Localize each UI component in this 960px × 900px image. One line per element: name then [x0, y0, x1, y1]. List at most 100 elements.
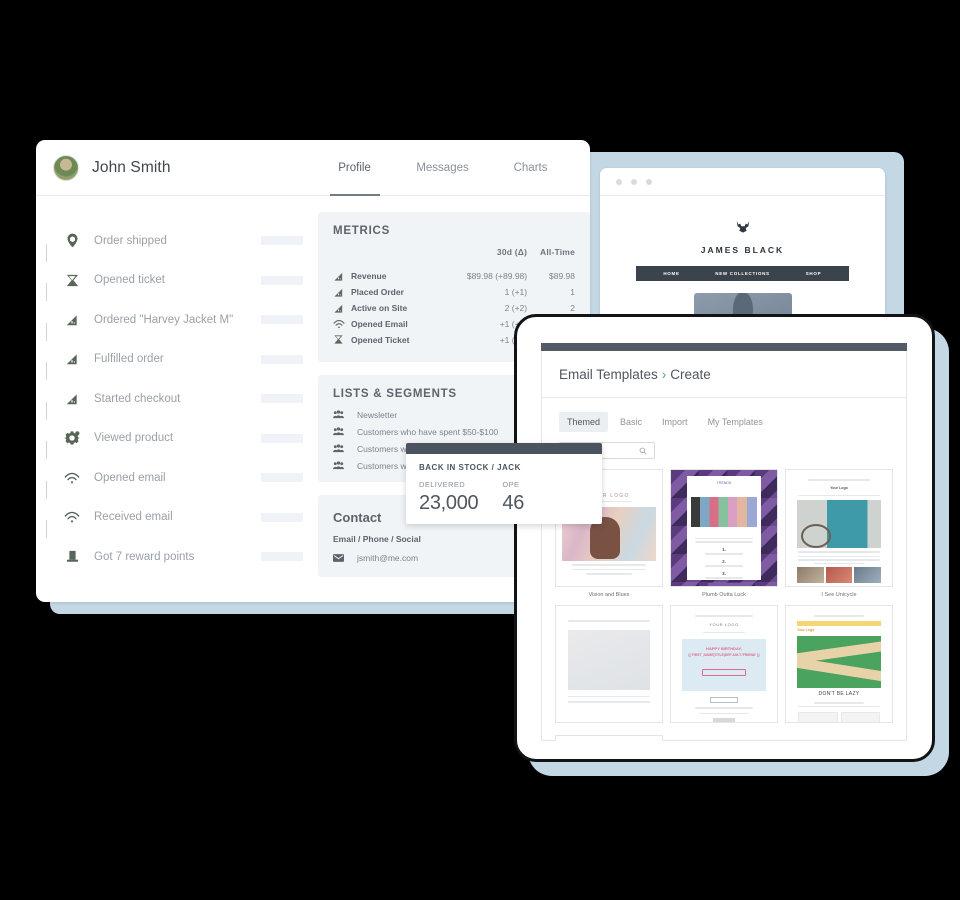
template-thumbnail: Your Logo	[785, 469, 893, 587]
metric-name: Opened Ticket	[351, 334, 410, 345]
store-brand: JAMES BLACK	[700, 245, 785, 255]
timeline-item-label: Received email	[94, 511, 173, 524]
timeline-placeholder-bar	[261, 275, 303, 285]
timeline-item[interactable]: Opened ticket	[61, 261, 318, 301]
stat-delivered: DELIVERED 23,000	[419, 480, 479, 515]
template-card[interactable]: Your Logo DON'T BE LAZY	[785, 605, 893, 728]
package-icon	[61, 230, 83, 252]
screenshot-stage: John Smith Profile Messages Charts Order…	[0, 0, 960, 900]
tab-messages[interactable]: Messages	[399, 140, 487, 195]
breadcrumb: Email Templates › Create	[542, 351, 906, 398]
tablet-device: Email Templates › Create Themed Basic Impo…	[514, 314, 935, 762]
store-nav-new-collections[interactable]: NEW COLLECTIONS	[707, 271, 778, 276]
people-icon	[333, 410, 349, 419]
tab-charts[interactable]: Charts	[487, 140, 575, 195]
signal-icon	[333, 317, 351, 332]
email-templates-app: Email Templates › Create Themed Basic Impo…	[541, 343, 907, 741]
breadcrumb-root[interactable]: Email Templates	[559, 367, 658, 382]
timeline-placeholder-bar	[261, 315, 303, 325]
chart-icon	[61, 309, 83, 331]
tab-profile[interactable]: Profile	[311, 140, 399, 196]
timeline-item[interactable]: Fulfilled order	[61, 340, 318, 380]
template-tabs: Themed Basic Import My Templates	[542, 398, 906, 432]
timeline-item-label: Started checkout	[94, 392, 181, 405]
timeline-item[interactable]: Order shipped	[61, 221, 318, 261]
window-maximize-dot[interactable]	[646, 178, 652, 185]
metric-30d: $89.98 (+89.98)	[466, 271, 528, 282]
template-headline-1: HAPPY BIRTHDAY,	[706, 646, 742, 651]
template-logo-text: Your Logo	[830, 485, 848, 490]
user-avatar	[53, 154, 79, 181]
envelope-icon	[333, 554, 348, 562]
tab-import[interactable]: Import	[654, 412, 696, 432]
template-name	[785, 723, 893, 728]
template-thumbnail	[555, 605, 663, 723]
store-nav-shop[interactable]: SHOP	[778, 271, 849, 276]
table-header-row: 30d (Δ) All-Time	[333, 247, 575, 268]
gear-icon	[61, 427, 83, 449]
timeline-item[interactable]: Started checkout	[61, 379, 318, 419]
tab-themed[interactable]: Themed	[559, 412, 609, 432]
table-row: Placed Order 1 (+1) 1	[333, 284, 575, 300]
app-top-bar	[541, 343, 907, 351]
template-card[interactable]: Your Logo Welcome	[555, 735, 663, 741]
breadcrumb-current: Create	[670, 367, 711, 382]
timeline-item[interactable]: Viewed product	[61, 419, 318, 459]
deer-logo-icon	[600, 220, 885, 241]
timeline-placeholder-bar	[261, 394, 303, 404]
window-minimize-dot[interactable]	[631, 178, 637, 185]
ticket-icon	[61, 269, 83, 291]
template-name: Vision and Blues	[588, 592, 630, 598]
template-body: TRENDS 1. 2. 3.	[687, 476, 761, 586]
template-product-strip	[691, 497, 757, 528]
people-icon	[333, 461, 349, 470]
template-name	[670, 723, 778, 728]
profile-header: John Smith Profile Messages Charts	[36, 140, 590, 196]
template-card[interactable]: Your Logo I See Unicycle	[785, 469, 893, 598]
table-row: Revenue $89.98 (+89.98) $89.98	[333, 268, 575, 284]
stat-opened: OPE 46	[502, 480, 524, 515]
timeline-item-label: Got 7 reward points	[94, 550, 195, 563]
template-thumbnail: Your Logo DON'T BE LAZY	[785, 605, 893, 723]
template-name: I See Unicycle	[821, 592, 857, 598]
card-top-bar	[406, 443, 602, 454]
store-nav-home[interactable]: HOME	[636, 271, 707, 276]
chart-icon	[61, 388, 83, 410]
metrics-panel-title: METRICS	[333, 225, 390, 237]
app-screen: Email Templates › Create Themed Basic Impo…	[541, 351, 907, 741]
timeline-item[interactable]: Got 7 reward points	[61, 537, 318, 577]
template-card[interactable]	[555, 605, 663, 728]
search-icon	[639, 447, 647, 455]
back-in-stock-card: BACK IN STOCK / JACK DELIVERED 23,000 OP…	[406, 443, 602, 524]
people-icon	[333, 444, 349, 453]
template-hero-image	[797, 500, 881, 549]
timeline-item[interactable]: Received email	[61, 498, 318, 538]
template-secondary-button	[710, 697, 738, 703]
metric-30d: 2 (+2)	[504, 303, 528, 314]
template-thumbnail: YOUR LOGO HAPPY BIRTHDAY, {{ FIRST_NAME|…	[670, 605, 778, 723]
timeline-item-label: Order shipped	[94, 234, 167, 247]
stat-value: 23,000	[419, 492, 479, 514]
back-in-stock-title: BACK IN STOCK / JACK	[419, 463, 521, 472]
hat-icon	[61, 546, 83, 568]
stat-label: DELIVERED	[419, 480, 466, 489]
window-close-dot[interactable]	[616, 178, 622, 185]
ticket-icon	[333, 332, 351, 348]
back-in-stock-stats: DELIVERED 23,000 OPE 46	[406, 472, 602, 515]
timeline-item-label: Fulfilled order	[94, 353, 164, 366]
metric-name: Placed Order	[351, 287, 404, 298]
timeline-item[interactable]: Ordered "Harvey Jacket M"	[61, 300, 318, 340]
metric-name: Opened Email	[351, 319, 408, 330]
tab-basic[interactable]: Basic	[612, 412, 650, 432]
timeline-placeholder-bar	[261, 552, 303, 562]
browser-chrome	[600, 168, 885, 196]
template-card[interactable]: YOUR LOGO HAPPY BIRTHDAY, {{ FIRST_NAME|…	[670, 605, 778, 728]
profile-window: John Smith Profile Messages Charts Order…	[36, 140, 590, 602]
template-logo-text: Your Logo	[797, 627, 815, 632]
activity-timeline: Order shipped Opened ticket Ordered "Har…	[36, 212, 318, 602]
timeline-item[interactable]: Opened email	[61, 458, 318, 498]
template-hero-image	[797, 635, 881, 688]
template-card[interactable]: TRENDS 1. 2. 3. Plumb Outta Luck	[670, 469, 778, 598]
timeline-item-label: Viewed product	[94, 432, 174, 445]
tab-my-templates[interactable]: My Templates	[700, 412, 771, 432]
